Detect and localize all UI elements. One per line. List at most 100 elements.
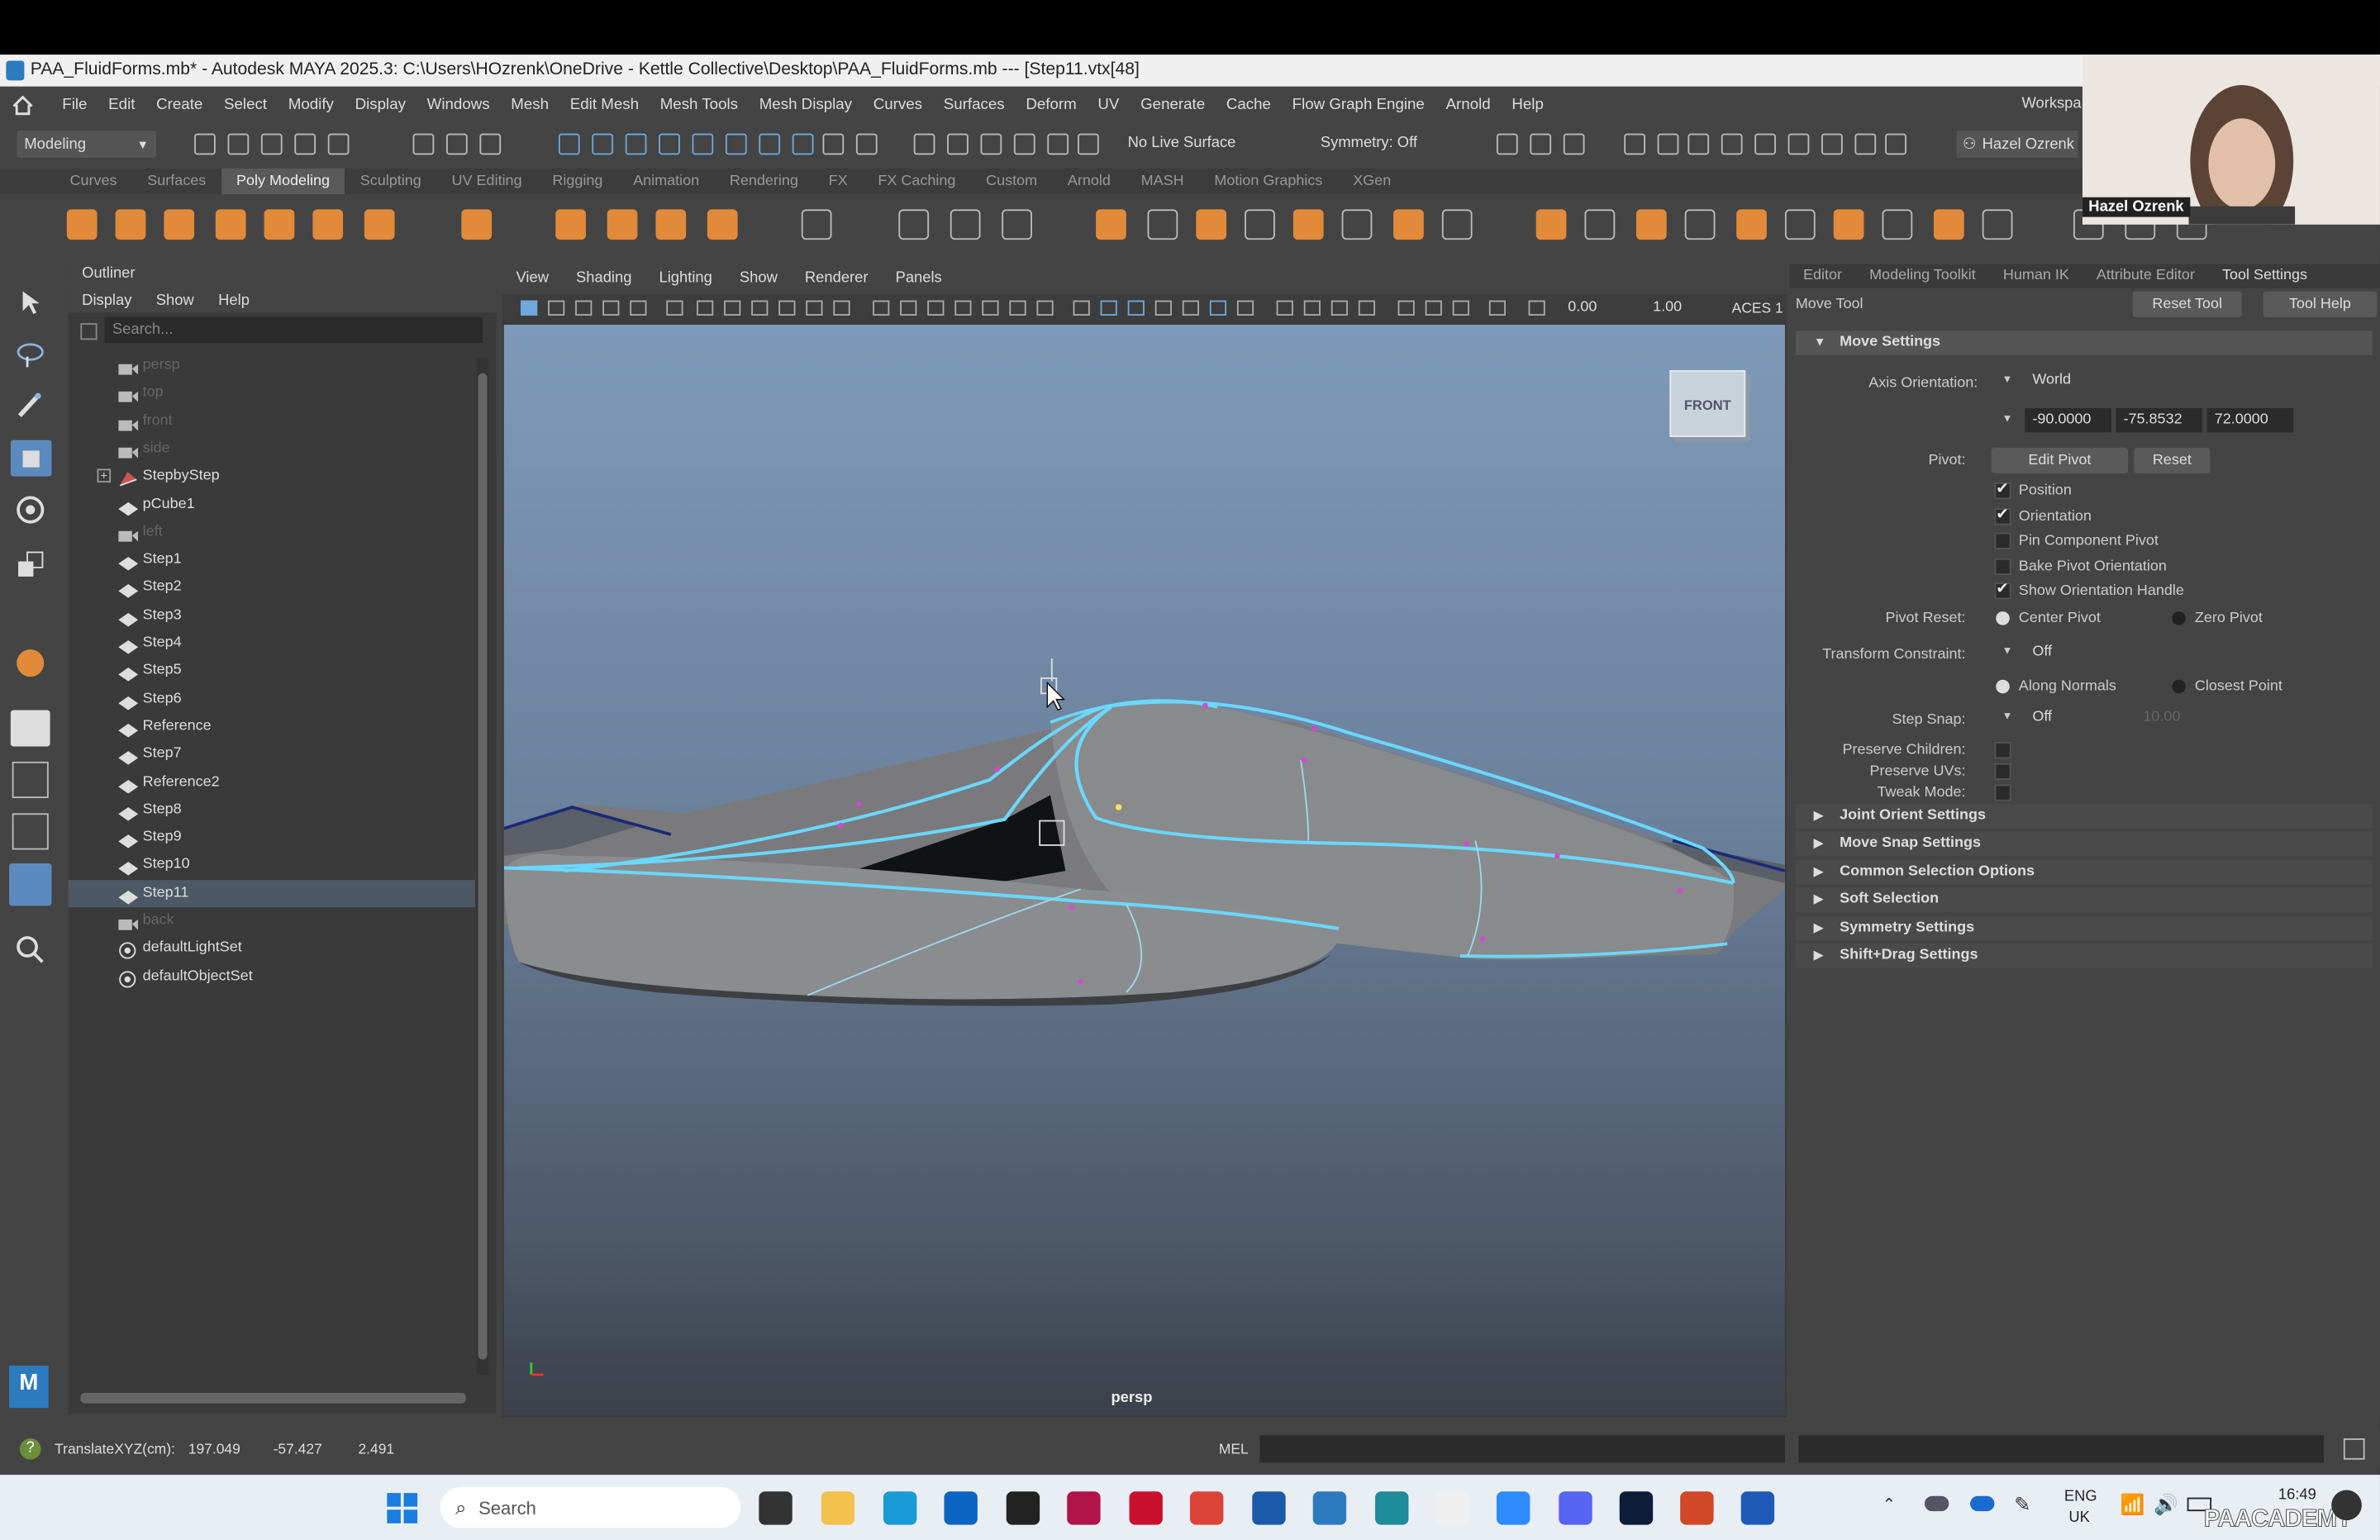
chrome-icon[interactable] (1189, 1491, 1224, 1525)
shelf-tool-icon[interactable] (66, 209, 98, 240)
status-tool-icon[interactable] (1885, 133, 1906, 155)
shelf-tool-icon[interactable] (1441, 209, 1473, 240)
viewport-tool-icon[interactable] (873, 300, 890, 316)
view-cube[interactable]: FRONT (1669, 370, 1746, 437)
section-joint-orient-settings[interactable]: ▶ Joint Orient Settings (1795, 804, 2373, 829)
checkbox-orientation[interactable] (1994, 506, 2011, 525)
expand-icon[interactable]: + (97, 468, 112, 483)
axis-x-field[interactable]: -90.0000 (2025, 408, 2111, 433)
shelf-tool-icon[interactable] (364, 209, 395, 240)
notification-icon[interactable] (2331, 1490, 2362, 1521)
status-tool-icon[interactable] (1078, 133, 1099, 155)
viewport-tool-icon[interactable] (927, 300, 945, 316)
shelf-tool-icon[interactable] (1393, 209, 1424, 240)
folder-icon[interactable] (821, 1491, 855, 1525)
viewport-tool-icon[interactable] (1358, 300, 1376, 316)
status-tool-icon[interactable] (592, 133, 614, 155)
viewport-menu-shading[interactable]: Shading (562, 264, 645, 295)
shelf-tool-icon[interactable] (1196, 209, 1227, 240)
outlook-icon[interactable] (944, 1491, 978, 1525)
viewport-tool-icon[interactable] (1154, 300, 1172, 316)
axis-orientation-dropdown[interactable]: World (2025, 368, 2291, 393)
powerpoint-icon[interactable] (1680, 1491, 1714, 1525)
status-tool-icon[interactable] (1496, 133, 1518, 155)
shelf-tab-surfaces[interactable]: Surfaces (132, 169, 221, 194)
outliner-item-reference2[interactable]: Reference2 (69, 768, 475, 796)
viewport-tool-icon[interactable] (630, 300, 647, 316)
nurbs-surface-model[interactable] (503, 325, 1786, 1415)
shelf-tool-icon[interactable] (607, 209, 638, 240)
viewport-tool-icon[interactable] (1452, 300, 1469, 316)
filter-icon[interactable] (80, 323, 98, 340)
discord-icon[interactable] (1559, 1491, 1592, 1525)
outliner-item-step3[interactable]: Step3 (69, 602, 475, 630)
viewport-tool-icon[interactable] (697, 300, 714, 316)
status-tool-icon[interactable] (913, 133, 935, 155)
menu-file[interactable]: File (51, 89, 98, 122)
outliner-item-pcube1[interactable]: pCube1 (69, 491, 475, 518)
axis-z-field[interactable]: 72.0000 (2206, 408, 2294, 433)
shelf-tool-icon[interactable] (1736, 209, 1767, 240)
maya-icon[interactable] (1312, 1491, 1347, 1525)
viewport-tool-icon[interactable] (1182, 300, 1199, 316)
status-tool-icon[interactable] (445, 133, 468, 155)
four-view-layout-icon[interactable] (12, 761, 49, 798)
status-tool-icon[interactable] (625, 133, 647, 155)
shelf-tool-icon[interactable] (1535, 209, 1567, 240)
status-tool-icon[interactable] (194, 133, 216, 155)
viewport-tool-icon[interactable] (1276, 300, 1293, 316)
menu-surfaces[interactable]: Surfaces (933, 89, 1016, 122)
viewport-tool-icon[interactable] (1100, 300, 1117, 316)
outliner-menu-display[interactable]: Display (82, 292, 131, 309)
outliner-item-step10[interactable]: Step10 (69, 852, 475, 879)
symmetry-label[interactable]: Symmetry: Off (1321, 135, 1417, 151)
viewport-tool-icon[interactable] (1236, 300, 1254, 316)
status-tool-icon[interactable] (327, 133, 350, 155)
windows-start-icon[interactable] (386, 1491, 419, 1524)
shelf-tool-icon[interactable] (801, 209, 832, 240)
viewport-tool-icon[interactable] (1127, 300, 1145, 316)
viewport-menu-renderer[interactable]: Renderer (791, 264, 882, 295)
status-tool-icon[interactable] (1047, 133, 1069, 155)
status-tool-icon[interactable] (659, 133, 680, 155)
step-snap-dropdown[interactable]: Off (2025, 705, 2131, 730)
viewport-tool-icon[interactable] (602, 300, 620, 316)
shelf-tool-icon[interactable] (898, 209, 930, 240)
status-tool-icon[interactable] (1657, 133, 1679, 155)
section-common-selection-options[interactable]: ▶ Common Selection Options (1795, 859, 2373, 885)
section-symmetry-settings[interactable]: ▶ Symmetry Settings (1795, 915, 2373, 940)
status-tool-icon[interactable] (412, 133, 435, 155)
viewport-tool-icon[interactable] (751, 300, 769, 316)
shelf-tool-icon[interactable] (1002, 209, 1032, 240)
indesign-icon[interactable] (1067, 1491, 1101, 1525)
viewport-tool-icon[interactable] (666, 300, 683, 316)
viewport-menu-panels[interactable]: Panels (882, 264, 955, 295)
chevron-down-icon[interactable]: ▼ (2002, 711, 2013, 722)
outliner-item-back[interactable]: back (69, 907, 475, 934)
shelf-tool-icon[interactable] (1584, 209, 1616, 240)
color-space-label[interactable]: ACES 1 (1732, 301, 1783, 317)
status-tool-icon[interactable] (759, 133, 781, 155)
edit-pivot-button[interactable]: Edit Pivot (1991, 447, 2129, 473)
outliner-item-persp[interactable]: persp (69, 352, 475, 379)
clock-time[interactable]: 16:49 (2278, 1487, 2316, 1504)
taskbar-search-box[interactable]: ⌕ Search (440, 1486, 741, 1528)
viewport-tool-icon[interactable] (1488, 300, 1507, 316)
shelf-tool-icon[interactable] (1684, 209, 1716, 240)
outliner-item-step4[interactable]: Step4 (69, 630, 475, 657)
status-tool-icon[interactable] (1530, 133, 1552, 155)
onedrive-icon[interactable] (1924, 1495, 1949, 1512)
shelf-tool-icon[interactable] (1341, 209, 1373, 240)
shelf-tab-xgen[interactable]: XGen (1338, 169, 1407, 194)
status-tool-icon[interactable] (980, 133, 1002, 155)
tab-attribute-editor[interactable]: Attribute Editor (2082, 264, 2208, 288)
along-normals-radio[interactable] (1996, 679, 2010, 694)
chevron-down-icon[interactable]: ▼ (2002, 646, 2013, 657)
soft-mod-icon[interactable] (17, 649, 45, 677)
checkbox-pin-component-pivot[interactable] (1994, 532, 2011, 550)
menu-mesh[interactable]: Mesh (500, 89, 559, 122)
chevron-down-icon[interactable]: ▼ (2002, 375, 2013, 386)
shelf-tab-motion-graphics[interactable]: Motion Graphics (1199, 169, 1338, 194)
shelf-tab-uv-editing[interactable]: UV Editing (436, 169, 537, 194)
shelf-tool-icon[interactable] (1635, 209, 1667, 240)
